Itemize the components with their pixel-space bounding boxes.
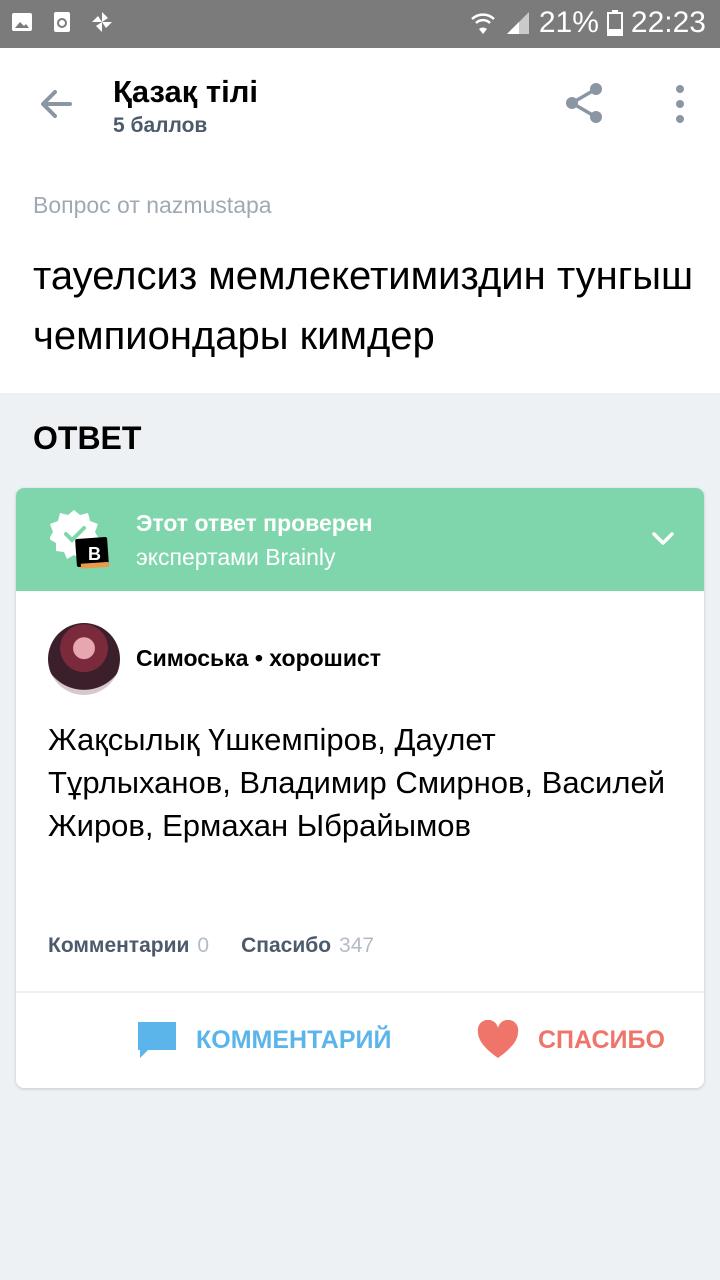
author-name: Симоська [136,645,249,671]
answer-card: B Этот ответ проверен экспертами Brainly… [16,488,704,1088]
thanks-stat-label: Спасибо [241,934,332,957]
battery-percent: 21% [538,6,599,39]
author-separator: • [254,645,270,671]
comments-count: 0 [197,934,210,957]
wifi-icon [471,13,495,34]
comment-bubble-icon [138,1022,176,1058]
gallery-icon [12,13,32,31]
author-rank: хорошист [269,645,382,671]
clock: 22:23 [630,6,706,39]
divider [16,991,704,993]
comment-button[interactable]: КОММЕНТАРИЙ [136,1020,391,1060]
back-arrow-icon[interactable] [30,78,82,130]
question-author: Вопрос от nazmustapa [33,192,272,218]
status-indicators: 21% 22:23 [469,6,706,40]
answer-stats: Комментарии 0 Спасибо 347 [48,934,374,958]
verified-banner[interactable]: B Этот ответ проверен экспертами Brainly [16,488,704,591]
question-block: Вопрос от nazmustapa тауелсиз мемлекетим… [0,160,720,393]
comment-button-label: КОММЕНТАРИЙ [196,1025,392,1054]
signal-icon [506,12,529,34]
thanks-count: 347 [339,934,375,957]
chevron-down-icon[interactable] [646,526,680,552]
pinwheel-icon [92,12,112,32]
notification-icons [10,10,114,34]
thanks-button-label: СПАСИБО [538,1025,665,1054]
answer-text: Жақсылық Үшкемпіров, Даулет Тұрлыханов, … [48,722,666,843]
question-text: тауелсиз мемлекетимиздин тунгыш чемпионд… [33,254,694,358]
battery-icon [606,10,623,36]
heart-icon [477,1020,519,1058]
answer-author[interactable]: Симоська • хорошист [136,645,381,672]
status-bar: 21% 22:23 [0,0,720,48]
recycle-icon [54,12,70,32]
share-icon[interactable] [560,78,610,128]
answer-section-heading: ОТВЕТ [33,420,142,456]
thanks-button[interactable]: СПАСИБО [476,1020,665,1060]
comments-stat-label: Комментарии [48,934,190,957]
app-bar: Қазақ тілі 5 баллов [0,48,720,160]
more-options-icon[interactable] [660,82,700,126]
verified-subtitle: экспертами Brainly [136,544,336,570]
svg-text:B: B [88,544,101,564]
points-label: 5 баллов [113,114,208,137]
verified-badge-icon: B [50,510,110,569]
verified-title: Этот ответ проверен [136,510,373,536]
avatar[interactable] [48,623,120,695]
page-title: Қазақ тілі [113,74,259,109]
